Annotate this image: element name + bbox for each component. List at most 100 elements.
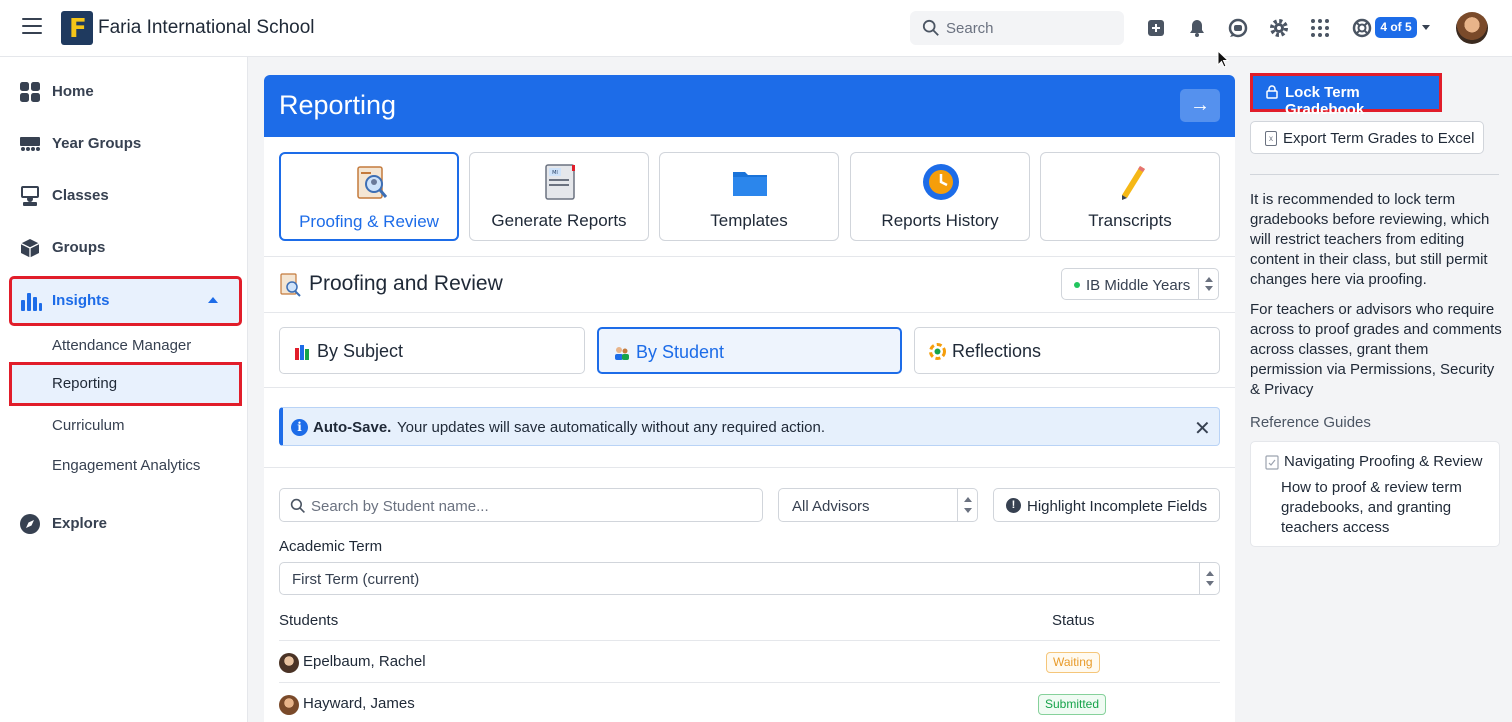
search-placeholder: Search [946, 20, 994, 37]
academic-term-value: First Term (current) [292, 571, 420, 588]
reporting-panel: Reporting → Proofing & Review MI Generat… [264, 75, 1235, 722]
sidebar-item-label: Explore [52, 515, 108, 532]
divider [264, 467, 1235, 468]
arrow-right-icon[interactable]: → [1180, 89, 1220, 122]
sidebar-item-label: Year Groups [52, 135, 142, 152]
export-term-grades-button[interactable]: x Export Term Grades to Excel [1250, 121, 1484, 154]
school-name[interactable]: Faria International School [98, 17, 315, 39]
sidebar-item-year-groups[interactable]: Year Groups [0, 122, 248, 166]
proofing-icon [280, 273, 301, 297]
status-badge: Submitted [1038, 694, 1107, 715]
exclamation-icon: ! [1006, 498, 1021, 513]
tile-label: Proofing & Review [299, 212, 439, 231]
sidebar-subitem-engagement-analytics[interactable]: Engagement Analytics [52, 457, 200, 474]
tile-label: Generate Reports [491, 211, 627, 230]
search-icon [922, 19, 939, 36]
clock-icon [923, 164, 959, 200]
button-label: Lock Term Gradebook [1285, 84, 1365, 118]
status-badge: Waiting [1046, 652, 1100, 673]
tab-by-student[interactable]: By Student [597, 327, 902, 374]
mouse-cursor-icon [1217, 50, 1229, 68]
chevron-up-icon[interactable] [208, 297, 218, 303]
program-select[interactable]: IB Middle Years [1061, 268, 1219, 300]
lock-term-gradebook-button[interactable]: Lock Term Gradebook [1250, 73, 1442, 118]
sidebar-subitem-label: Reporting [52, 375, 118, 392]
bar-chart-icon [21, 293, 42, 311]
table-row[interactable]: Hayward, James Submitted [279, 682, 1220, 722]
grid-icon [20, 82, 40, 102]
sidebar-item-home[interactable]: Home [0, 70, 248, 114]
student-name[interactable]: Hayward, James [303, 695, 415, 712]
svg-text:MI: MI [552, 170, 558, 176]
tile-transcripts[interactable]: Transcripts [1040, 152, 1220, 241]
alert-message: Your updates will save automatically wit… [397, 419, 826, 436]
sidebar-subitem-curriculum[interactable]: Curriculum [52, 417, 125, 434]
autosave-alert: i Auto-Save. Your updates will save auto… [279, 407, 1220, 446]
button-label: Export Term Grades to Excel [1283, 130, 1475, 147]
user-avatar[interactable] [1456, 12, 1488, 44]
tile-label: Templates [710, 211, 788, 230]
tab-reflections[interactable]: Reflections [914, 327, 1220, 374]
gear-icon[interactable] [1267, 16, 1291, 40]
sidebar-item-insights[interactable]: Insights [9, 276, 242, 326]
tile-generate-reports[interactable]: MI Generate Reports [469, 152, 649, 241]
search-icon [290, 498, 305, 513]
sidebar-subitem-attendance-manager[interactable]: Attendance Manager [52, 337, 191, 354]
highlight-incomplete-button[interactable]: ! Highlight Incomplete Fields [993, 488, 1220, 522]
chevron-down-icon[interactable] [1422, 25, 1430, 30]
tile-reports-history[interactable]: Reports History [850, 152, 1030, 241]
lock-recommendation-text: It is recommended to lock term gradebook… [1250, 191, 1490, 288]
status-dot-icon [1074, 282, 1080, 288]
sidebar-item-groups[interactable]: Groups [0, 226, 248, 270]
clipboard-check-icon [1265, 455, 1279, 470]
select-arrows-icon [1199, 563, 1219, 594]
alert-title: Auto-Save. [313, 419, 392, 436]
select-arrows-icon [957, 489, 977, 521]
pencil-icon [1122, 166, 1145, 200]
people-row-icon [20, 137, 40, 151]
school-logo[interactable]: F [61, 11, 93, 45]
classroom-icon [21, 186, 39, 206]
menu-icon[interactable] [22, 18, 42, 36]
student-search-placeholder: Search by Student name... [311, 498, 489, 515]
bell-icon[interactable] [1185, 16, 1209, 40]
add-icon[interactable] [1144, 16, 1168, 40]
close-icon[interactable]: ✕ [1194, 416, 1211, 441]
tile-label: Reports History [881, 211, 999, 230]
sidebar-item-label: Insights [52, 292, 110, 309]
guide-card[interactable]: Navigating Proofing & Review How to proo… [1250, 441, 1500, 547]
proofing-icon [357, 166, 388, 199]
column-header-status: Status [1052, 612, 1095, 629]
sidebar-item-label: Groups [52, 239, 106, 256]
divider [264, 312, 1235, 313]
global-search-input[interactable]: Search [910, 11, 1124, 45]
sidebar-item-classes[interactable]: Classes [0, 174, 248, 218]
select-arrows-icon [1198, 269, 1218, 299]
button-label: Highlight Incomplete Fields [1027, 498, 1208, 515]
school-switcher-badge[interactable]: 4 of 5 [1375, 17, 1417, 38]
sidebar-subitem-reporting[interactable]: Reporting [9, 362, 242, 406]
sidebar-item-explore[interactable]: Explore [0, 502, 248, 546]
sidebar-item-label: Home [52, 83, 94, 100]
student-name[interactable]: Epelbaum, Rachel [303, 653, 426, 670]
folder-icon [733, 172, 767, 196]
lifebuoy-icon[interactable] [1350, 16, 1374, 40]
tile-templates[interactable]: Templates [659, 152, 839, 241]
advisors-select[interactable]: All Advisors [778, 488, 978, 522]
chat-icon[interactable] [1226, 16, 1250, 40]
reflections-icon [929, 343, 946, 360]
sidebar: Home Year Groups Classes Groups Insights… [0, 57, 248, 722]
academic-term-select[interactable]: First Term (current) [279, 562, 1220, 595]
student-search-input[interactable]: Search by Student name... [279, 488, 763, 522]
apps-grid-icon[interactable] [1308, 16, 1332, 40]
avatar [279, 653, 299, 673]
tab-by-subject[interactable]: By Subject [279, 327, 585, 374]
reference-guides-title: Reference Guides [1250, 414, 1371, 431]
tile-proofing-review[interactable]: Proofing & Review [279, 152, 459, 241]
lock-icon [1266, 85, 1278, 99]
table-row[interactable]: Epelbaum, Rachel Waiting [279, 640, 1220, 682]
compass-icon [20, 514, 40, 534]
divider [1250, 174, 1499, 175]
right-panel: Lock Term Gradebook x Export Term Grades… [1235, 57, 1512, 722]
permissions-help-text: For teachers or advisors who require acr… [1250, 301, 1502, 398]
